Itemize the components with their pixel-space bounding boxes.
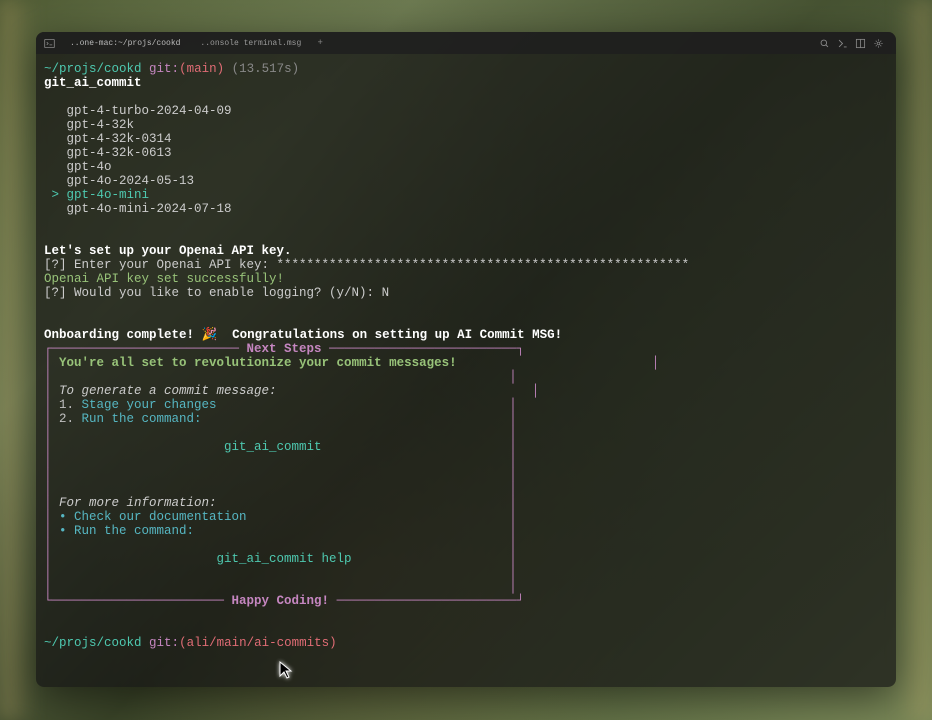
happy-coding: Happy Coding! <box>232 594 330 608</box>
settings-icon[interactable] <box>872 37 884 49</box>
entered-command: git_ai_commit <box>44 76 142 90</box>
command-icon[interactable] <box>836 37 848 49</box>
party-icon: 🎉 <box>202 328 218 342</box>
prompt2-branch: (ali/main/ai-commits) <box>179 636 337 650</box>
run-cmd-info: Run the command: <box>74 524 194 538</box>
model-option: gpt-4o-2024-05-13 <box>67 174 195 188</box>
tab-2[interactable]: ..onsole terminal.msg <box>192 37 309 50</box>
generate-label: To generate a commit message: <box>59 384 277 398</box>
model-option: gpt-4-turbo-2024-04-09 <box>67 104 232 118</box>
terminal-output[interactable]: ~/projs/cookd git:(main) (13.517s) git_a… <box>36 54 896 658</box>
terminal-window: ..one-mac:~/projs/cookd ..onsole termina… <box>36 32 896 687</box>
api-key-prompt: [?] Enter your Openai API key: <box>44 258 277 272</box>
prompt-path: ~/projs/cookd <box>44 62 142 76</box>
prompt-time: (13.517s) <box>232 62 300 76</box>
onboarding-complete: Onboarding complete! <box>44 328 202 342</box>
setup-heading: Let's set up your Openai API key. <box>44 244 292 258</box>
command-example-2: git_ai_commit help <box>217 552 352 566</box>
info-label: For more information: <box>59 496 217 510</box>
prompt2-path: ~/projs/cookd <box>44 636 142 650</box>
new-tab-button[interactable]: + <box>313 36 327 50</box>
api-key-masked: ****************************************… <box>277 258 690 272</box>
doc-link: Check our documentation <box>74 510 247 524</box>
revolutionize-text: You're all set to revolutionize your com… <box>59 356 457 370</box>
model-option: gpt-4-32k-0613 <box>67 146 172 160</box>
model-option-selected: gpt-4o-mini <box>67 188 150 202</box>
model-option: gpt-4o-mini-2024-07-18 <box>67 202 232 216</box>
box-top: ┌───────────────────────── <box>44 342 247 356</box>
model-option: gpt-4-32k-0314 <box>67 132 172 146</box>
split-icon[interactable] <box>854 37 866 49</box>
prompt-branch: (main) <box>179 62 224 76</box>
model-option: gpt-4o <box>67 160 112 174</box>
box-bottom: └─────────────────────── <box>44 594 232 608</box>
logging-answer: N <box>382 286 390 300</box>
search-icon[interactable] <box>818 37 830 49</box>
tab-bar: ..one-mac:~/projs/cookd ..onsole termina… <box>36 32 896 54</box>
mouse-cursor-icon <box>278 660 294 680</box>
box-title: Next Steps <box>247 342 322 356</box>
api-success: Openai API key set successfully! <box>44 272 284 286</box>
selection-pointer: > <box>52 188 60 202</box>
prompt-git: git: <box>149 62 179 76</box>
prompt2-git: git: <box>149 636 179 650</box>
terminal-icon <box>42 36 56 50</box>
tab-1[interactable]: ..one-mac:~/projs/cookd <box>62 37 188 50</box>
model-option: gpt-4-32k <box>67 118 135 132</box>
step-1: Stage your changes <box>82 398 217 412</box>
logging-prompt: [?] Would you like to enable logging? (y… <box>44 286 382 300</box>
command-example-1: git_ai_commit <box>224 440 322 454</box>
congrats: Congratulations on setting up AI Commit … <box>217 328 562 342</box>
step-2: Run the command: <box>82 412 202 426</box>
